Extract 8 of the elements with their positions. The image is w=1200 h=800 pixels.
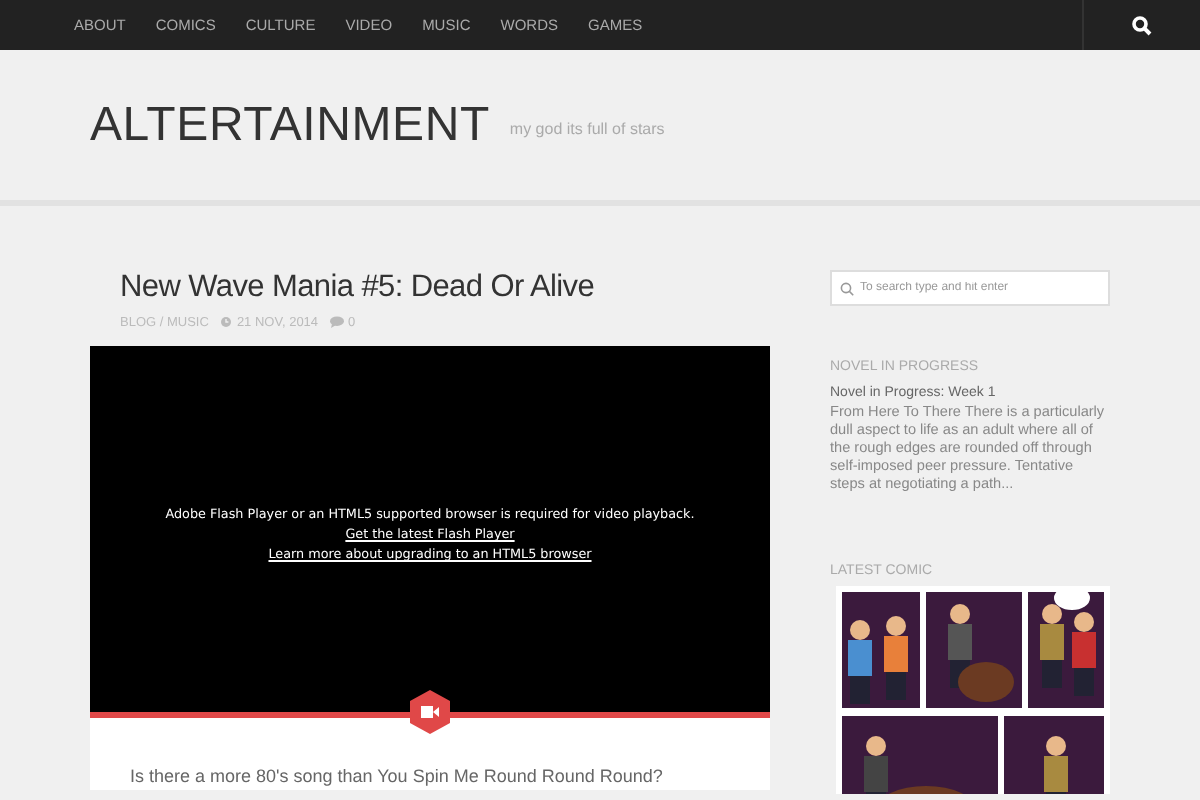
post-excerpt: Is there a more 80's song than You Spin Me Round Round Round?: [130, 766, 665, 786]
post-title: New Wave Mania #5: Dead Or Alive: [118, 268, 597, 306]
search-icon: [840, 281, 854, 295]
search-icon: [1132, 15, 1152, 35]
clock-icon: [220, 316, 233, 328]
site-title: ALTERTAINMENT: [90, 97, 490, 153]
site-tagline: my god its full of stars: [509, 120, 665, 138]
comment-icon: [330, 316, 345, 328]
